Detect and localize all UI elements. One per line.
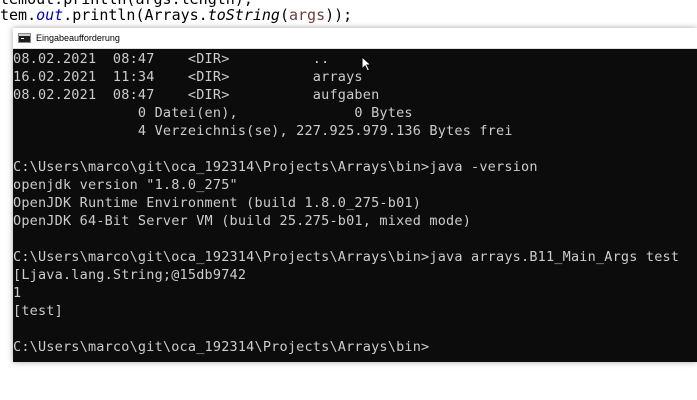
cmd-window-icon[interactable] <box>18 33 31 43</box>
console-line: 16.02.2021 11:34 <DIR> arrays <box>13 69 363 85</box>
console-line: C:\Users\marco\git\oca_192314\Projects\A… <box>13 249 680 265</box>
console-line: [Ljava.lang.String;@15db9742 <box>13 267 247 283</box>
console-output[interactable]: 08.02.2021 08:47 <DIR> .. 16.02.2021 11:… <box>13 49 697 362</box>
editor-background: temout.println(args.length); tem.out.pri… <box>0 0 697 30</box>
code-field-out: out <box>36 6 64 24</box>
console-window[interactable]: Eingabeaufforderung 08.02.2021 08:47 <DI… <box>13 28 697 362</box>
code-method: toString <box>207 6 280 24</box>
console-line: 4 Verzeichnis(se), 227.925.979.136 Bytes… <box>13 123 513 139</box>
console-line: 08.02.2021 08:47 <DIR> aufgaben <box>13 87 380 103</box>
console-line: 0 Datei(en), 0 Bytes <box>13 105 413 121</box>
console-line: 1 <box>13 285 22 301</box>
console-prompt[interactable]: C:\Users\marco\git\oca_192314\Projects\A… <box>13 338 429 356</box>
code-line-2: tem.out.println(Arrays.toString(args)); <box>0 6 352 24</box>
console-line: 08.02.2021 08:47 <DIR> .. <box>13 51 330 67</box>
console-line: openjdk version "1.8.0_275" <box>13 177 238 193</box>
code-mid: .println(Arrays. <box>63 6 208 24</box>
console-line: OpenJDK Runtime Environment (build 1.8.0… <box>13 195 422 211</box>
code-open: ( <box>279 6 289 24</box>
code-prefix: tem. <box>0 6 37 24</box>
window-title: Eingabeaufforderung <box>36 33 120 43</box>
console-line: OpenJDK 64-Bit Server VM (build 25.275-b… <box>13 213 472 229</box>
console-line: C:\Users\marco\git\oca_192314\Projects\A… <box>13 159 538 175</box>
mouse-pointer-icon <box>361 56 373 72</box>
window-titlebar[interactable]: Eingabeaufforderung <box>13 28 697 49</box>
console-line: [test] <box>13 303 63 319</box>
code-close: )); <box>325 6 353 24</box>
code-arg: args <box>289 6 326 24</box>
